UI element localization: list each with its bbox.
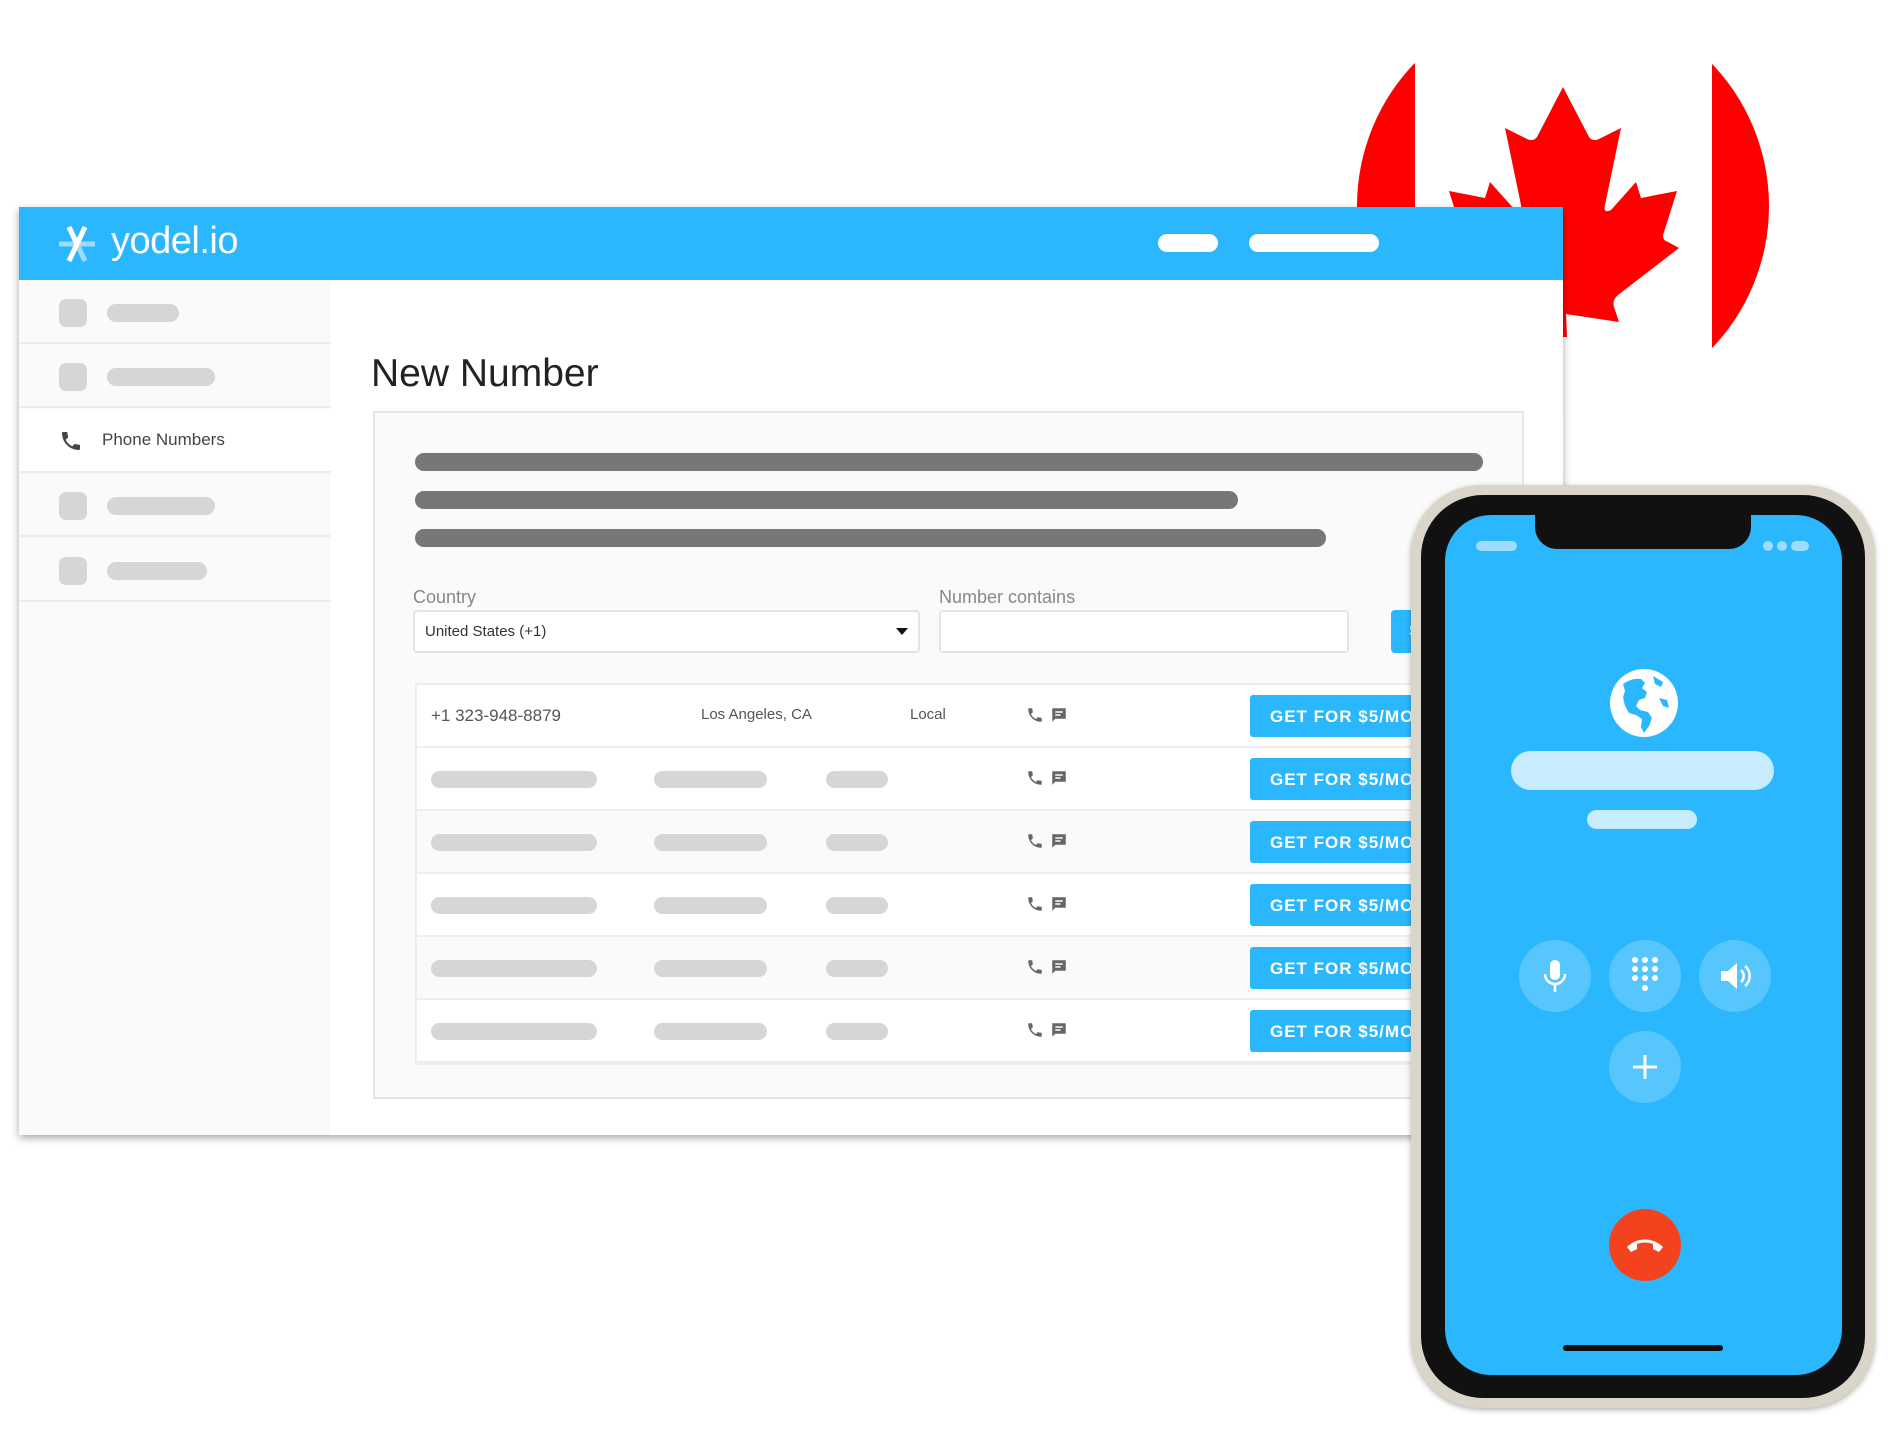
globe-icon bbox=[1610, 669, 1678, 737]
sidebar-item[interactable] bbox=[19, 473, 331, 537]
number-placeholder bbox=[431, 960, 597, 977]
description-placeholder bbox=[415, 453, 1483, 471]
end-call-icon bbox=[1627, 1239, 1663, 1252]
table-row: GET FOR $5/MO bbox=[417, 811, 1515, 874]
sidebar-icon-placeholder bbox=[59, 492, 87, 520]
type-placeholder bbox=[826, 960, 888, 977]
new-number-card: Country United States (+1) Number contai… bbox=[373, 411, 1524, 1099]
voice-capability-icon bbox=[1026, 958, 1044, 981]
table-row: GET FOR $5/MO bbox=[417, 748, 1515, 811]
speaker-button[interactable] bbox=[1699, 940, 1771, 1012]
sidebar: Phone Numbers bbox=[19, 280, 331, 1135]
sms-capability-icon bbox=[1050, 1021, 1068, 1044]
phone-mockup bbox=[1411, 485, 1875, 1408]
type-placeholder bbox=[826, 834, 888, 851]
location-placeholder bbox=[654, 1023, 767, 1040]
results-table: +1 323-948-8879 Los Angeles, CA Local GE… bbox=[415, 683, 1515, 1065]
type-placeholder bbox=[826, 1023, 888, 1040]
phone-icon bbox=[62, 432, 80, 450]
keypad-icon bbox=[1632, 957, 1658, 991]
brand-name: yodel.io bbox=[111, 220, 238, 262]
add-icon bbox=[1633, 1055, 1657, 1079]
status-time-placeholder bbox=[1476, 541, 1517, 551]
sms-capability-icon bbox=[1050, 958, 1068, 981]
sidebar-item[interactable] bbox=[19, 538, 331, 602]
voice-capability-icon bbox=[1026, 1021, 1044, 1044]
table-row: GET FOR $5/MO bbox=[417, 1000, 1515, 1063]
type-placeholder bbox=[826, 897, 888, 914]
location: Los Angeles, CA bbox=[701, 706, 812, 723]
header-nav-placeholder[interactable] bbox=[1249, 234, 1379, 252]
caller-name-placeholder bbox=[1511, 751, 1774, 790]
caret-down-icon bbox=[896, 628, 908, 635]
phone-number: +1 323-948-8879 bbox=[431, 706, 561, 725]
call-screen bbox=[1445, 515, 1842, 1375]
number-type: Local bbox=[910, 706, 946, 723]
notch bbox=[1535, 515, 1751, 549]
description-placeholder bbox=[415, 491, 1238, 509]
location-placeholder bbox=[654, 834, 767, 851]
table-row: GET FOR $5/MO bbox=[417, 874, 1515, 937]
sms-capability-icon bbox=[1050, 706, 1068, 729]
number-contains-input[interactable] bbox=[939, 610, 1349, 653]
home-indicator bbox=[1563, 1345, 1723, 1351]
mute-button[interactable] bbox=[1519, 940, 1591, 1012]
description-placeholder bbox=[415, 529, 1326, 547]
number-contains-label: Number contains bbox=[939, 587, 1076, 607]
number-placeholder bbox=[431, 834, 597, 851]
keypad-button[interactable] bbox=[1609, 940, 1681, 1012]
microphone-icon bbox=[1543, 960, 1567, 992]
sms-capability-icon bbox=[1050, 832, 1068, 855]
country-select[interactable]: United States (+1) bbox=[413, 610, 920, 653]
call-status-placeholder bbox=[1587, 810, 1697, 829]
location-placeholder bbox=[654, 897, 767, 914]
number-placeholder bbox=[431, 897, 597, 914]
type-placeholder bbox=[826, 771, 888, 788]
sms-capability-icon bbox=[1050, 895, 1068, 918]
end-call-button[interactable] bbox=[1609, 1209, 1681, 1281]
top-header: yodel.io bbox=[19, 207, 1563, 280]
location-placeholder bbox=[654, 960, 767, 977]
speaker-icon bbox=[1721, 963, 1751, 989]
divider bbox=[1563, 413, 1565, 473]
table-row: +1 323-948-8879 Los Angeles, CA Local GE… bbox=[417, 685, 1515, 748]
sidebar-item-label: Phone Numbers bbox=[102, 430, 225, 449]
sidebar-label-placeholder bbox=[107, 304, 179, 322]
voice-capability-icon bbox=[1026, 706, 1044, 729]
add-call-button[interactable] bbox=[1609, 1031, 1681, 1103]
location-placeholder bbox=[654, 771, 767, 788]
app-window: yodel.io Phone Numbers New Number Countr… bbox=[19, 207, 1565, 1135]
number-placeholder bbox=[431, 771, 597, 788]
sidebar-label-placeholder bbox=[107, 368, 215, 386]
sidebar-icon-placeholder bbox=[59, 363, 87, 391]
country-value: United States (+1) bbox=[425, 623, 547, 640]
voice-capability-icon bbox=[1026, 769, 1044, 792]
header-nav-placeholder[interactable] bbox=[1158, 234, 1218, 252]
logo-icon bbox=[59, 225, 95, 263]
sidebar-item-phone-numbers[interactable]: Phone Numbers bbox=[19, 409, 331, 473]
sidebar-label-placeholder bbox=[107, 562, 207, 580]
sidebar-item[interactable] bbox=[19, 344, 331, 408]
sidebar-item[interactable] bbox=[19, 280, 331, 344]
sidebar-icon-placeholder bbox=[59, 557, 87, 585]
sidebar-label-placeholder bbox=[107, 497, 215, 515]
number-placeholder bbox=[431, 1023, 597, 1040]
sidebar-icon-placeholder bbox=[59, 299, 87, 327]
page-title: New Number bbox=[371, 352, 599, 395]
voice-capability-icon bbox=[1026, 832, 1044, 855]
voice-capability-icon bbox=[1026, 895, 1044, 918]
table-row: GET FOR $5/MO bbox=[417, 937, 1515, 1000]
status-icons bbox=[1763, 541, 1809, 551]
country-label: Country bbox=[413, 587, 477, 607]
sms-capability-icon bbox=[1050, 769, 1068, 792]
